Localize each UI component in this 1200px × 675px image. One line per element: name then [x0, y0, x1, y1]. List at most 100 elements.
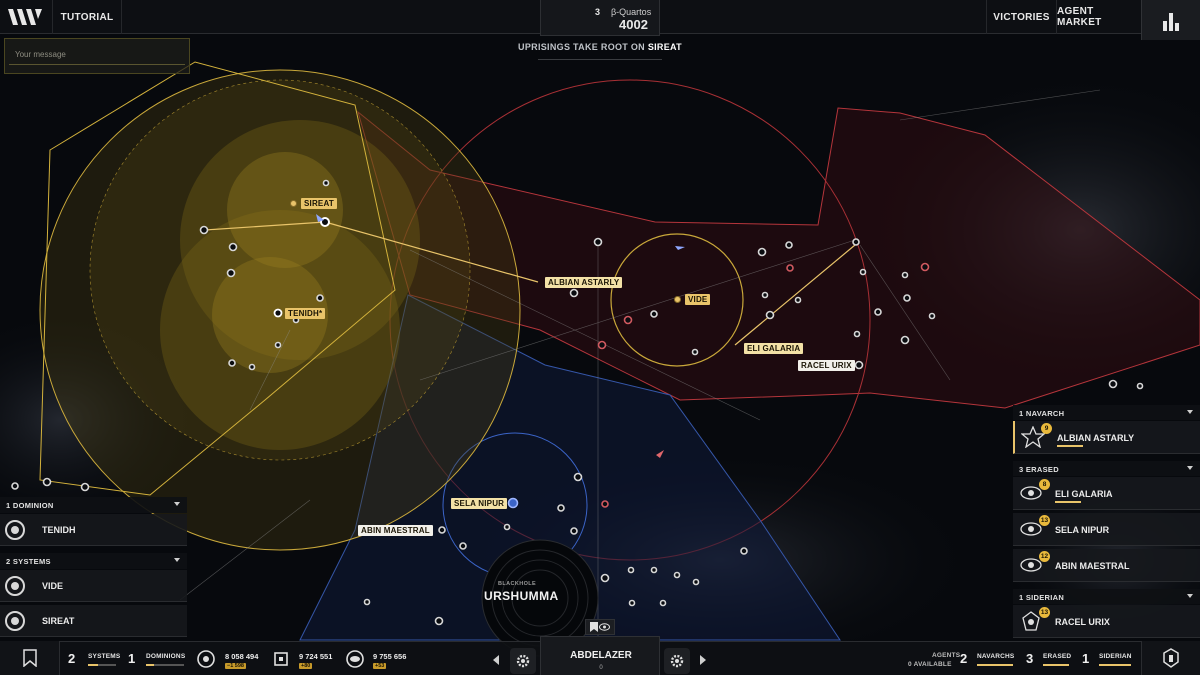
victories-button[interactable]: VICTORIES [986, 0, 1056, 34]
dominions-label: DOMINIONS [146, 653, 186, 660]
agent-level-badge: 8 [1039, 479, 1050, 490]
faction-button[interactable] [1141, 641, 1200, 675]
systems-header-label: 2 SYSTEMS [6, 557, 51, 566]
credits-icon [197, 650, 215, 668]
agent-progress-bar [1057, 445, 1083, 447]
bookmark-icon [23, 649, 37, 667]
blackhole-type: BLACKHOLE [498, 581, 537, 587]
chevron-down-icon[interactable] [1187, 466, 1193, 470]
siderian-label: SIDERIAN [1099, 653, 1132, 660]
agent-level-badge: 12 [1039, 551, 1050, 562]
agent-item-sela-nipur[interactable]: 13 SELA NIPUR [1013, 513, 1200, 546]
map-label-vide[interactable]: VIDE [685, 294, 711, 305]
agent-item-eli-galaria[interactable]: 8 ELI GALARIA [1013, 477, 1200, 510]
systems-header[interactable]: 2 SYSTEMS [0, 553, 187, 569]
event-system: SIREAT [647, 42, 682, 52]
chat-box [4, 38, 190, 74]
siderian-bar [1099, 664, 1131, 666]
chevron-down-icon[interactable] [174, 558, 180, 562]
erased-header-label: 3 ERASED [1019, 465, 1059, 474]
dominion-header-label: 1 DOMINION [6, 501, 54, 510]
map-label-sireat[interactable]: SIREAT [301, 198, 337, 209]
gold-system-marker-icon [290, 200, 297, 207]
blackhole-name[interactable]: URSHUMMA [484, 589, 559, 603]
map-label-albian-astarly[interactable]: ALBIAN ASTARLY [545, 277, 623, 288]
erased-bar [1043, 664, 1069, 666]
game-logo[interactable] [0, 0, 52, 34]
erased-header[interactable]: 3 ERASED [1013, 461, 1200, 476]
agent-item-abin-maestral[interactable]: 12 ABIN MAESTRAL [1013, 549, 1200, 582]
system-item-sireat[interactable]: SIREAT [0, 605, 187, 637]
year-label: 4002 [619, 17, 648, 32]
agent-name: RACEL URIX [1055, 617, 1110, 627]
ideology-delta: +53 [373, 663, 387, 669]
system-icon [5, 576, 25, 596]
map-view-toggles [585, 619, 615, 635]
dominion-item-tenidh[interactable]: TENIDH [0, 514, 187, 546]
chevron-down-icon[interactable] [1187, 410, 1193, 414]
navarchs-bar [977, 664, 1013, 666]
agent-item-racel-urix[interactable]: 13 RACEL URIX [1013, 605, 1200, 638]
map-label-abin-maestral[interactable]: ABIN MAESTRAL [358, 525, 433, 536]
statistics-button[interactable] [1141, 0, 1200, 40]
dominions-count: 1 [128, 651, 136, 666]
prev-player-arrow-icon[interactable] [493, 655, 499, 665]
bookmark-icon[interactable] [589, 622, 598, 632]
next-player-arrow-icon[interactable] [700, 655, 706, 665]
dominion-icon [5, 520, 25, 540]
systems-bar-empty [98, 664, 116, 666]
next-player-emblem[interactable] [664, 648, 690, 674]
technology-icon [274, 652, 288, 666]
turn-number: 3 [595, 7, 601, 17]
agents-label: AGENTS [932, 652, 961, 659]
gold-system-marker-icon [674, 296, 681, 303]
map-label-eli-galaria[interactable]: ELI GALARIA [744, 343, 804, 354]
navarch-header[interactable]: 1 NAVARCH [1013, 405, 1200, 420]
agent-name: ALBIAN ASTARLY [1057, 433, 1135, 443]
cog-icon [670, 654, 684, 668]
siderian-count: 1 [1082, 651, 1090, 666]
player-name: ABDELAZER [570, 650, 632, 661]
logo-icon [8, 9, 42, 25]
statistics-icon [1163, 13, 1179, 31]
agent-name: SELA NIPUR [1055, 525, 1110, 535]
eye-icon[interactable] [599, 623, 611, 631]
erased-count: 3 [1026, 651, 1034, 666]
cog-icon [516, 654, 530, 668]
technology-delta: +80 [299, 663, 313, 669]
system-item-vide[interactable]: VIDE [0, 570, 187, 602]
event-prefix: UPRISINGS TAKE ROOT ON [518, 42, 645, 52]
prev-player-emblem[interactable] [510, 648, 536, 674]
chevron-down-icon[interactable] [174, 502, 180, 506]
system-name: VIDE [42, 581, 64, 591]
event-divider [538, 59, 662, 60]
dominions-bar-empty [154, 664, 184, 666]
navarch-header-label: 1 NAVARCH [1019, 409, 1065, 418]
tutorial-button[interactable]: TUTORIAL [52, 0, 122, 34]
siderian-header[interactable]: 1 SIDERIAN [1013, 589, 1200, 604]
erased-label: ERASED [1043, 653, 1072, 660]
bookmarks-button[interactable] [0, 641, 60, 675]
dominions-bar [146, 664, 154, 666]
technology-value: 9 724 551 [299, 652, 333, 661]
agent-level-badge: 9 [1041, 423, 1052, 434]
dominion-header[interactable]: 1 DOMINION [0, 497, 187, 513]
map-label-sela-nipur[interactable]: SELA NIPUR [451, 498, 508, 509]
agent-name: ABIN MAESTRAL [1055, 561, 1130, 571]
player-counter: 0 [599, 665, 603, 671]
chat-input[interactable] [9, 45, 185, 65]
navarchs-count: 2 [960, 651, 968, 666]
ideology-value: 9 755 656 [373, 652, 407, 661]
current-player-panel[interactable]: ABDELAZER 0 [540, 636, 660, 675]
season-label: β-Quartos [611, 7, 652, 17]
system-icon [5, 611, 25, 631]
dominion-name: TENIDH [42, 525, 76, 535]
map-label-racel-urix[interactable]: RACEL URIX [798, 360, 855, 371]
agent-level-badge: 13 [1039, 515, 1050, 526]
agent-name: ELI GALARIA [1055, 489, 1113, 499]
chevron-down-icon[interactable] [1187, 594, 1193, 598]
turn-indicator: 3 β-Quartos 4002 [540, 0, 660, 36]
agent-item-albian-astarly[interactable]: 9 ALBIAN ASTARLY [1013, 421, 1200, 454]
agent-market-button[interactable]: AGENT MARKET [1056, 0, 1141, 34]
map-label-tenidh[interactable]: TENIDH* [285, 308, 326, 319]
